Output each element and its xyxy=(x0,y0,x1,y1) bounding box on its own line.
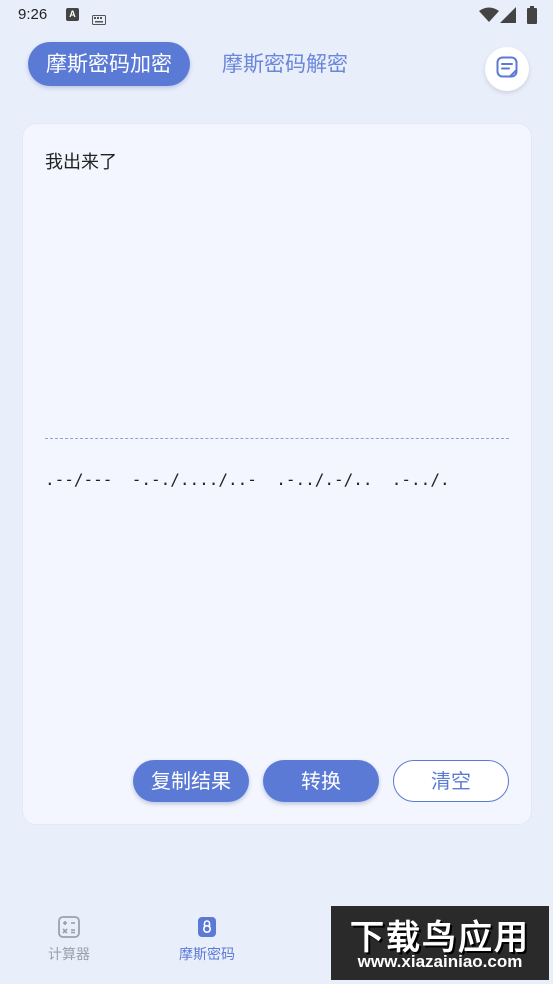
calculator-icon xyxy=(58,916,80,938)
status-time: 9:26 xyxy=(18,6,48,23)
input-textarea[interactable]: 我出来了 xyxy=(45,148,117,174)
wifi-icon xyxy=(479,7,499,27)
notification-a-icon: A xyxy=(66,8,79,21)
battery-icon xyxy=(527,6,537,28)
tab-decrypt[interactable]: 摩斯密码解密 xyxy=(222,42,348,86)
history-button[interactable] xyxy=(485,47,529,91)
clear-button[interactable]: 清空 xyxy=(393,760,509,802)
nav-item-calculator[interactable]: 计算器 xyxy=(24,916,114,964)
convert-button[interactable]: 转换 xyxy=(263,760,379,802)
watermark-url: www.xiazainiao.com xyxy=(357,952,523,971)
status-bar: 9:26 A xyxy=(0,0,553,30)
nav-label-calculator: 计算器 xyxy=(48,947,90,963)
output-text: .--/--- -.-./..../..- .-../.-/.. .-../. xyxy=(45,470,450,489)
tab-encrypt[interactable]: 摩斯密码加密 xyxy=(28,42,190,86)
dashed-divider xyxy=(45,438,509,439)
copy-result-button[interactable]: 复制结果 xyxy=(133,760,249,802)
lock-icon xyxy=(196,916,218,938)
nav-item-morse[interactable]: 摩斯密码 xyxy=(162,916,252,964)
signal-icon xyxy=(500,7,516,27)
nav-label-morse: 摩斯密码 xyxy=(179,947,235,963)
note-icon xyxy=(495,55,519,83)
editor-card: 我出来了 .--/--- -.-./..../..- .-../.-/.. .-… xyxy=(22,123,532,825)
watermark-logo: 下载鸟应用 www.xiazainiao.com xyxy=(331,906,549,980)
keyboard-icon xyxy=(92,10,106,29)
